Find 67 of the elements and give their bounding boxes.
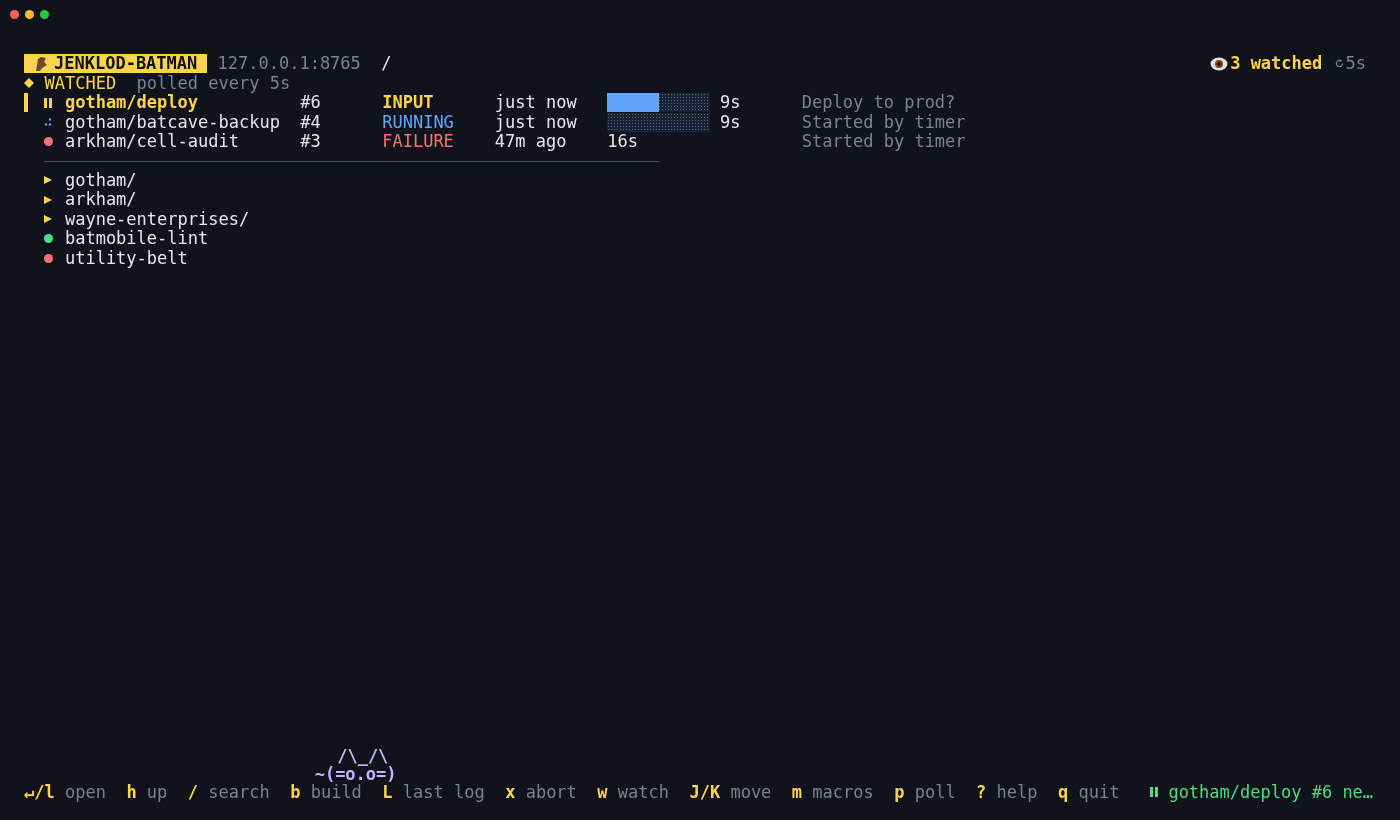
key-action: abort bbox=[525, 782, 577, 802]
key-hint: q bbox=[1058, 782, 1069, 802]
key-action: macros bbox=[812, 782, 874, 802]
build-number: #6 bbox=[300, 93, 322, 113]
key-hint: ? bbox=[976, 782, 987, 802]
key-action: watch bbox=[617, 782, 669, 802]
job-name[interactable]: gotham/batcave-backup bbox=[64, 112, 301, 132]
job-name[interactable]: arkham/cell-audit bbox=[64, 132, 301, 152]
key-action: last log bbox=[402, 782, 485, 802]
ascii-cat: ~(=o.o=) bbox=[313, 764, 398, 783]
key-action: open bbox=[64, 782, 106, 802]
build-time: just now bbox=[494, 93, 578, 113]
minimize-window-icon[interactable] bbox=[25, 10, 34, 19]
key-action: build bbox=[310, 782, 362, 802]
key-action: help bbox=[996, 782, 1038, 802]
job-item[interactable]: utility-belt bbox=[64, 248, 188, 268]
job-item[interactable]: batmobile-lint bbox=[64, 229, 209, 249]
watched-count: 3 watched bbox=[1230, 54, 1323, 74]
build-description: Deploy to prod? bbox=[801, 93, 956, 113]
key-hint: b bbox=[290, 782, 301, 802]
poll-note: polled every 5s bbox=[136, 73, 291, 93]
key-action: up bbox=[146, 782, 168, 802]
host-address: 127.0.0.1:8765 bbox=[217, 54, 361, 74]
key-hint: h bbox=[126, 782, 137, 802]
key-action: quit bbox=[1078, 782, 1120, 802]
close-window-icon[interactable] bbox=[10, 10, 19, 19]
key-hint: m bbox=[791, 782, 803, 802]
key-action: search bbox=[208, 782, 270, 802]
build-number: #4 bbox=[300, 112, 322, 132]
build-duration: 16s bbox=[607, 132, 640, 152]
poll-interval: 5s bbox=[1345, 54, 1366, 74]
build-status: FAILURE bbox=[382, 132, 455, 152]
key-action: move bbox=[730, 782, 772, 802]
key-hint: / bbox=[187, 782, 199, 802]
section-title: WATCHED bbox=[44, 73, 117, 93]
maximize-window-icon[interactable] bbox=[40, 10, 49, 19]
pause-icon bbox=[1150, 787, 1159, 798]
key-hint: J/K bbox=[689, 782, 721, 802]
key-hint: w bbox=[597, 782, 608, 802]
build-description: Started by timer bbox=[801, 132, 966, 152]
current-path: / bbox=[381, 54, 392, 74]
key-action: poll bbox=[914, 782, 956, 802]
job-name[interactable]: gotham/deploy bbox=[64, 93, 301, 113]
build-duration: 9s bbox=[719, 112, 742, 132]
key-hint: L bbox=[382, 782, 393, 802]
status-message: gotham/deploy #6 ne… bbox=[1168, 782, 1374, 802]
app-title: JENKLOD-BATMAN bbox=[54, 54, 198, 74]
build-status: INPUT bbox=[382, 93, 435, 113]
build-duration: 9s bbox=[719, 93, 742, 113]
folder-arrow-icon bbox=[44, 176, 53, 185]
folder-item[interactable]: wayne-enterprises/ bbox=[64, 209, 250, 229]
key-hint: ↵/l bbox=[24, 782, 55, 802]
key-hint: x bbox=[505, 782, 516, 802]
refresh-icon bbox=[1334, 59, 1344, 69]
diamond-icon bbox=[24, 78, 34, 89]
ascii-cat: /\_/\ bbox=[337, 746, 389, 765]
folder-arrow-icon bbox=[44, 195, 53, 204]
build-time: 47m ago bbox=[494, 132, 568, 152]
build-status: RUNNING bbox=[382, 112, 455, 132]
folder-item[interactable]: arkham/ bbox=[64, 190, 137, 210]
build-time: just now bbox=[494, 112, 578, 132]
build-description: Started by timer bbox=[801, 112, 966, 132]
build-number: #3 bbox=[300, 132, 322, 152]
folder-item[interactable]: gotham/ bbox=[64, 170, 137, 190]
eye-icon bbox=[1210, 56, 1229, 71]
key-hint: p bbox=[894, 782, 905, 802]
folder-arrow-icon bbox=[44, 215, 53, 224]
